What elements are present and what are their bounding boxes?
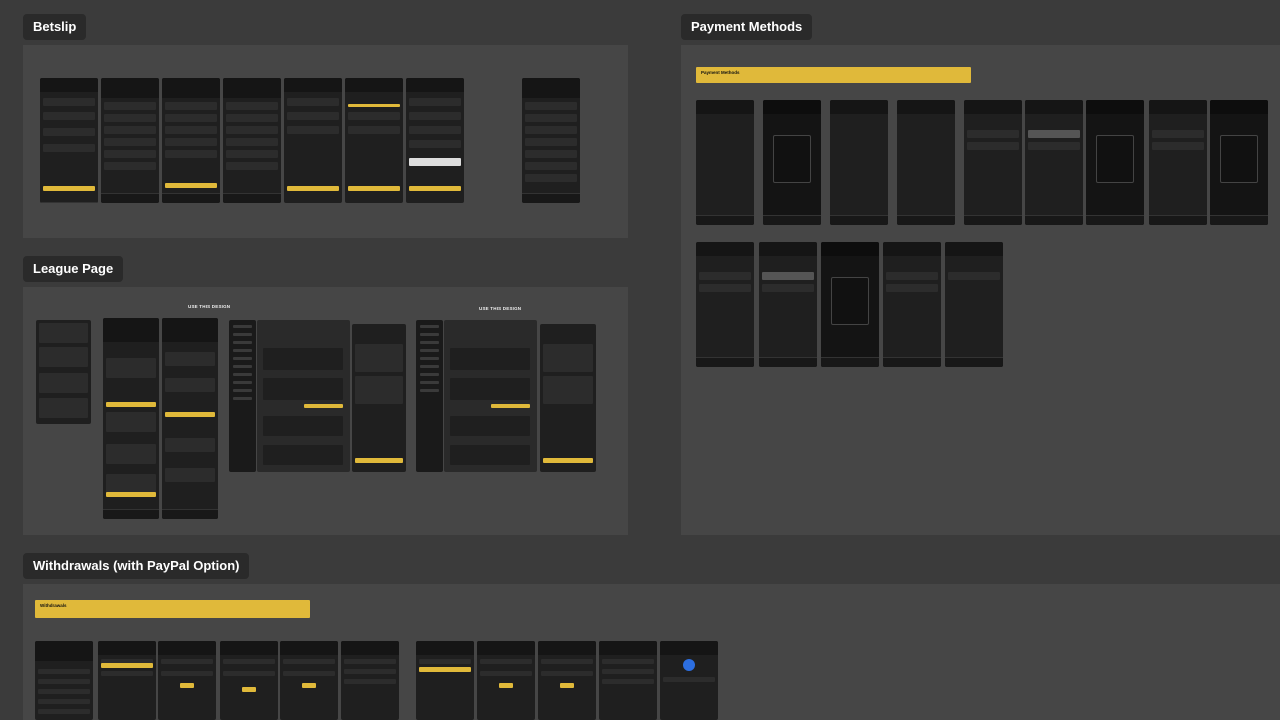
betslip-screen[interactable] <box>40 78 98 203</box>
payment-screen[interactable] <box>696 100 754 225</box>
withdrawal-screen[interactable] <box>538 641 596 720</box>
betslip-screen[interactable] <box>522 78 580 203</box>
payment-screen[interactable] <box>759 242 817 367</box>
payment-screen[interactable] <box>763 100 821 225</box>
withdrawal-screen[interactable] <box>98 641 156 720</box>
payment-methods-banner-title: Payment Methods <box>701 70 740 75</box>
withdrawal-screen[interactable] <box>599 641 657 720</box>
withdrawals-banner: Withdrawals <box>35 600 310 618</box>
withdrawals-banner-title: Withdrawals <box>40 603 67 608</box>
payment-screen[interactable] <box>883 242 941 367</box>
withdrawal-screen[interactable] <box>158 641 216 720</box>
payment-screen[interactable] <box>945 242 1003 367</box>
payment-screen[interactable] <box>1210 100 1268 225</box>
section-label-withdrawals: Withdrawals (with PayPal Option) <box>23 553 250 579</box>
payment-methods-frame[interactable]: Payment Methods <box>681 45 1280 535</box>
league-screen[interactable] <box>103 318 159 519</box>
withdrawal-screen[interactable] <box>280 641 338 720</box>
withdrawal-screen[interactable] <box>660 641 718 720</box>
league-screen[interactable] <box>162 318 218 519</box>
league-desktop-betslip[interactable] <box>540 324 596 472</box>
payment-screen[interactable] <box>1086 100 1144 225</box>
league-desktop-main[interactable] <box>257 320 350 472</box>
section-label-league-page: League Page <box>23 256 124 282</box>
withdrawal-screen[interactable] <box>220 641 278 720</box>
withdrawal-screen[interactable] <box>35 641 93 720</box>
betslip-screen[interactable] <box>162 78 220 203</box>
shield-icon <box>683 659 695 671</box>
payment-screen[interactable] <box>821 242 879 367</box>
betslip-frame[interactable] <box>23 45 628 238</box>
section-label-payment-methods: Payment Methods <box>681 14 813 40</box>
withdrawal-screen[interactable] <box>477 641 535 720</box>
withdrawal-screen[interactable] <box>341 641 399 720</box>
betslip-screen[interactable] <box>406 78 464 203</box>
payment-methods-banner: Payment Methods <box>696 67 971 83</box>
use-this-design-note: USE THIS DESIGN <box>188 304 231 309</box>
betslip-screen[interactable] <box>223 78 281 203</box>
withdrawals-frame[interactable]: Withdrawals <box>23 584 1280 720</box>
league-screen[interactable] <box>36 320 91 424</box>
payment-screen[interactable] <box>830 100 888 225</box>
betslip-screen[interactable] <box>345 78 403 203</box>
payment-screen[interactable] <box>696 242 754 367</box>
payment-screen[interactable] <box>1025 100 1083 225</box>
betslip-screen[interactable] <box>101 78 159 203</box>
payment-screen[interactable] <box>897 100 955 225</box>
league-sidebar[interactable] <box>229 320 256 472</box>
league-desktop-betslip[interactable] <box>352 324 406 472</box>
league-desktop-main[interactable] <box>444 320 537 472</box>
use-this-design-note: USE THIS DESIGN <box>479 306 522 311</box>
league-sidebar[interactable] <box>416 320 443 472</box>
withdrawal-screen[interactable] <box>416 641 474 720</box>
payment-screen[interactable] <box>1149 100 1207 225</box>
league-page-frame[interactable]: USE THIS DESIGN USE THIS DESIGN <box>23 287 628 535</box>
betslip-screen[interactable] <box>284 78 342 203</box>
section-label-betslip: Betslip <box>23 14 87 40</box>
payment-screen[interactable] <box>964 100 1022 225</box>
